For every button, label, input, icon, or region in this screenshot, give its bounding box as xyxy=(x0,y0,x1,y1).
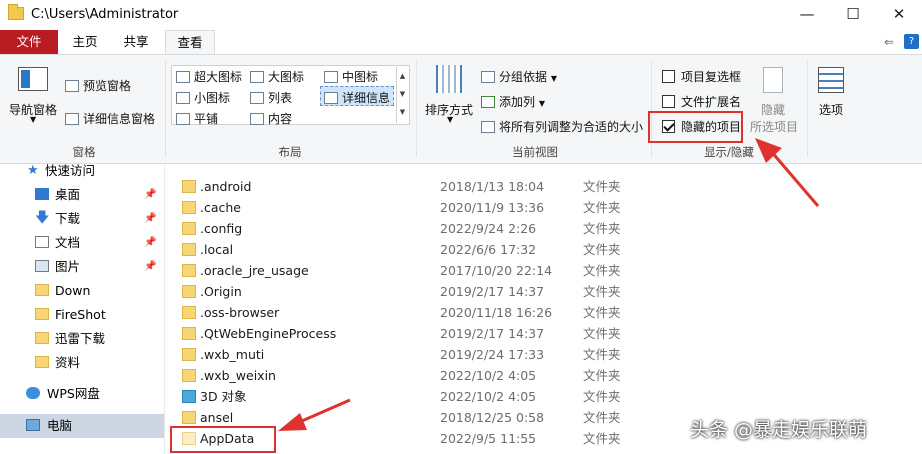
watermark: 头条 @暴走娱乐联萌 xyxy=(690,419,868,441)
arrow-head xyxy=(278,413,307,431)
arrow-line xyxy=(768,149,820,207)
explorer-window: C:\Users\Administrator — ☐ ✕ 文件 主页 共享 查看… xyxy=(0,0,922,454)
annotation-arrows xyxy=(278,138,820,431)
arrow-line xyxy=(294,398,351,426)
